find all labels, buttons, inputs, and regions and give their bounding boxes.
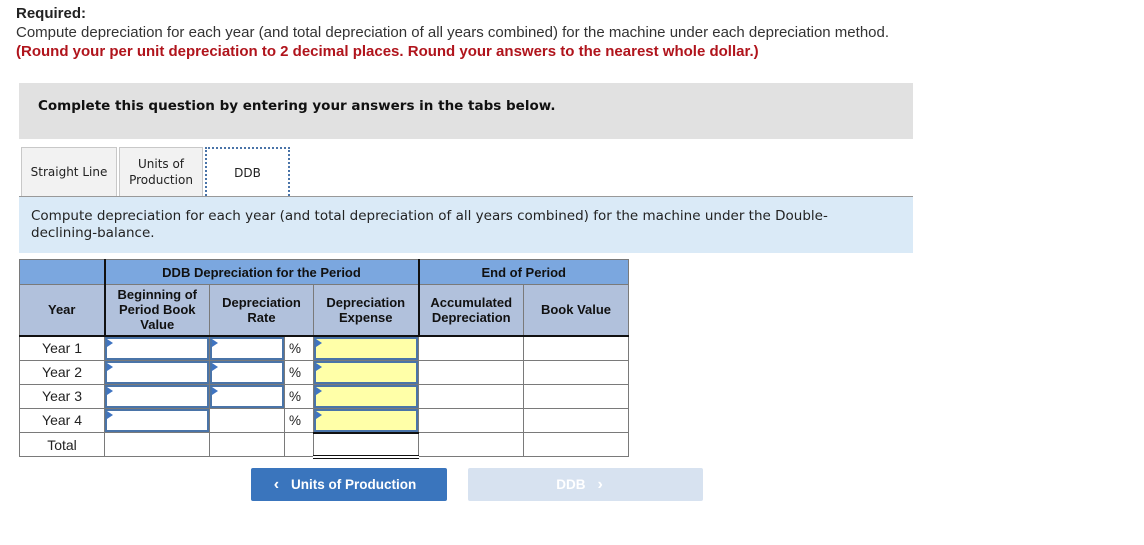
row-label: Year 2 [19,359,105,385]
prev-tab-button[interactable]: ‹ Units of Production [251,468,447,501]
col-header-depreciation-expense: Depreciation Expense [313,284,420,337]
next-tab-label: DDB [556,477,586,492]
tab-straight-line[interactable]: Straight Line [21,147,117,196]
cell-beginning-book-value [104,359,210,385]
instructions-text: Complete this question by entering your … [38,98,556,114]
col-header-text: Depreciation Rate [222,294,301,325]
cell-beginning-book-value [104,335,210,361]
beginning-book-value-input[interactable] [105,384,209,408]
tab-label: Units of Production [129,157,193,187]
chevron-right-icon: › [597,475,603,493]
depreciation-rate-input[interactable] [210,384,284,408]
beginning-book-value-input[interactable] [105,336,209,360]
col-header-book-value: Book Value [523,284,629,337]
depreciation-rate-input[interactable] [210,336,284,360]
cell-depreciation-rate [209,335,285,361]
depreciation-expense-input[interactable] [314,336,418,360]
col-header-beginning-book-value: Beginning of Period Book Value [104,284,210,337]
cell-depreciation-rate [209,359,285,385]
accumulated-depreciation-cell [418,359,524,385]
required-section: Required: Compute depreciation for each … [16,5,1116,61]
beginning-book-value-input[interactable] [105,360,209,384]
cell-depreciation-expense [313,335,419,361]
next-tab-button: DDB › [468,468,703,501]
required-text: Compute depreciation for each year (and … [16,24,890,41]
col-header-text: Beginning of Period Book Value [117,287,197,333]
total-blank-cell [523,432,629,457]
header-blank [19,259,106,285]
total-label: Total [19,432,105,457]
accumulated-depreciation-cell [418,407,524,433]
tab-ddb[interactable]: DDB [205,147,290,196]
table-row: Year 3 % [19,383,629,409]
beginning-book-value-input[interactable] [105,408,209,432]
depreciation-expense-input[interactable] [314,360,418,384]
header-end-of-period: End of Period [418,259,629,285]
depreciation-expense-input[interactable] [314,384,418,408]
required-title: Required: [16,5,87,22]
table-row: Year 1 % [19,335,629,361]
book-value-cell [523,359,629,385]
description-text: Compute depreciation for each year (and … [31,208,828,241]
cell-depreciation-expense [313,407,419,433]
table-row: Year 2 % [19,359,629,385]
total-blank-cell [209,432,285,457]
depreciation-expense-input[interactable] [314,408,418,432]
col-header-text: Accumulated Depreciation [430,294,513,325]
percent-sign: % [284,383,314,409]
accumulated-depreciation-cell [418,335,524,361]
percent-sign: % [284,407,314,433]
row-label: Year 4 [19,407,105,433]
chevron-left-icon: ‹ [273,475,280,493]
cell-depreciation-expense [313,383,419,409]
accumulated-depreciation-cell [418,383,524,409]
total-depreciation-expense [313,431,419,459]
row-label: Year 1 [19,335,105,361]
rounding-note: (Round your per unit depreciation to 2 d… [16,43,759,60]
total-blank-cell [284,432,314,457]
description-panel: Compute depreciation for each year (and … [19,197,913,253]
col-header-text: Depreciation Expense [326,294,406,325]
col-header-year: Year [19,284,106,337]
depreciation-rate-cell [209,407,285,433]
col-header-accumulated-depreciation: Accumulated Depreciation [418,284,524,337]
row-label: Year 3 [19,383,105,409]
cell-beginning-book-value [104,383,210,409]
prev-tab-label: Units of Production [291,477,417,492]
percent-sign: % [284,335,314,361]
header-ddb-period: DDB Depreciation for the Period [104,259,420,285]
total-blank-cell [418,432,524,457]
total-blank-cell [104,432,210,457]
book-value-cell [523,383,629,409]
cell-beginning-book-value [104,407,210,433]
tab-units-of-production[interactable]: Units of Production [119,147,203,196]
total-row: Total [19,431,629,459]
instructions-banner: Complete this question by entering your … [19,83,913,139]
cell-depreciation-rate [209,383,285,409]
book-value-cell [523,335,629,361]
depreciation-rate-input[interactable] [210,360,284,384]
cell-depreciation-expense [313,359,419,385]
col-header-depreciation-rate: Depreciation Rate [209,284,314,337]
book-value-cell [523,407,629,433]
table-row: Year 4 % [19,407,629,433]
ddb-table: DDB Depreciation for the Period End of P… [19,259,629,459]
percent-sign: % [284,359,314,385]
